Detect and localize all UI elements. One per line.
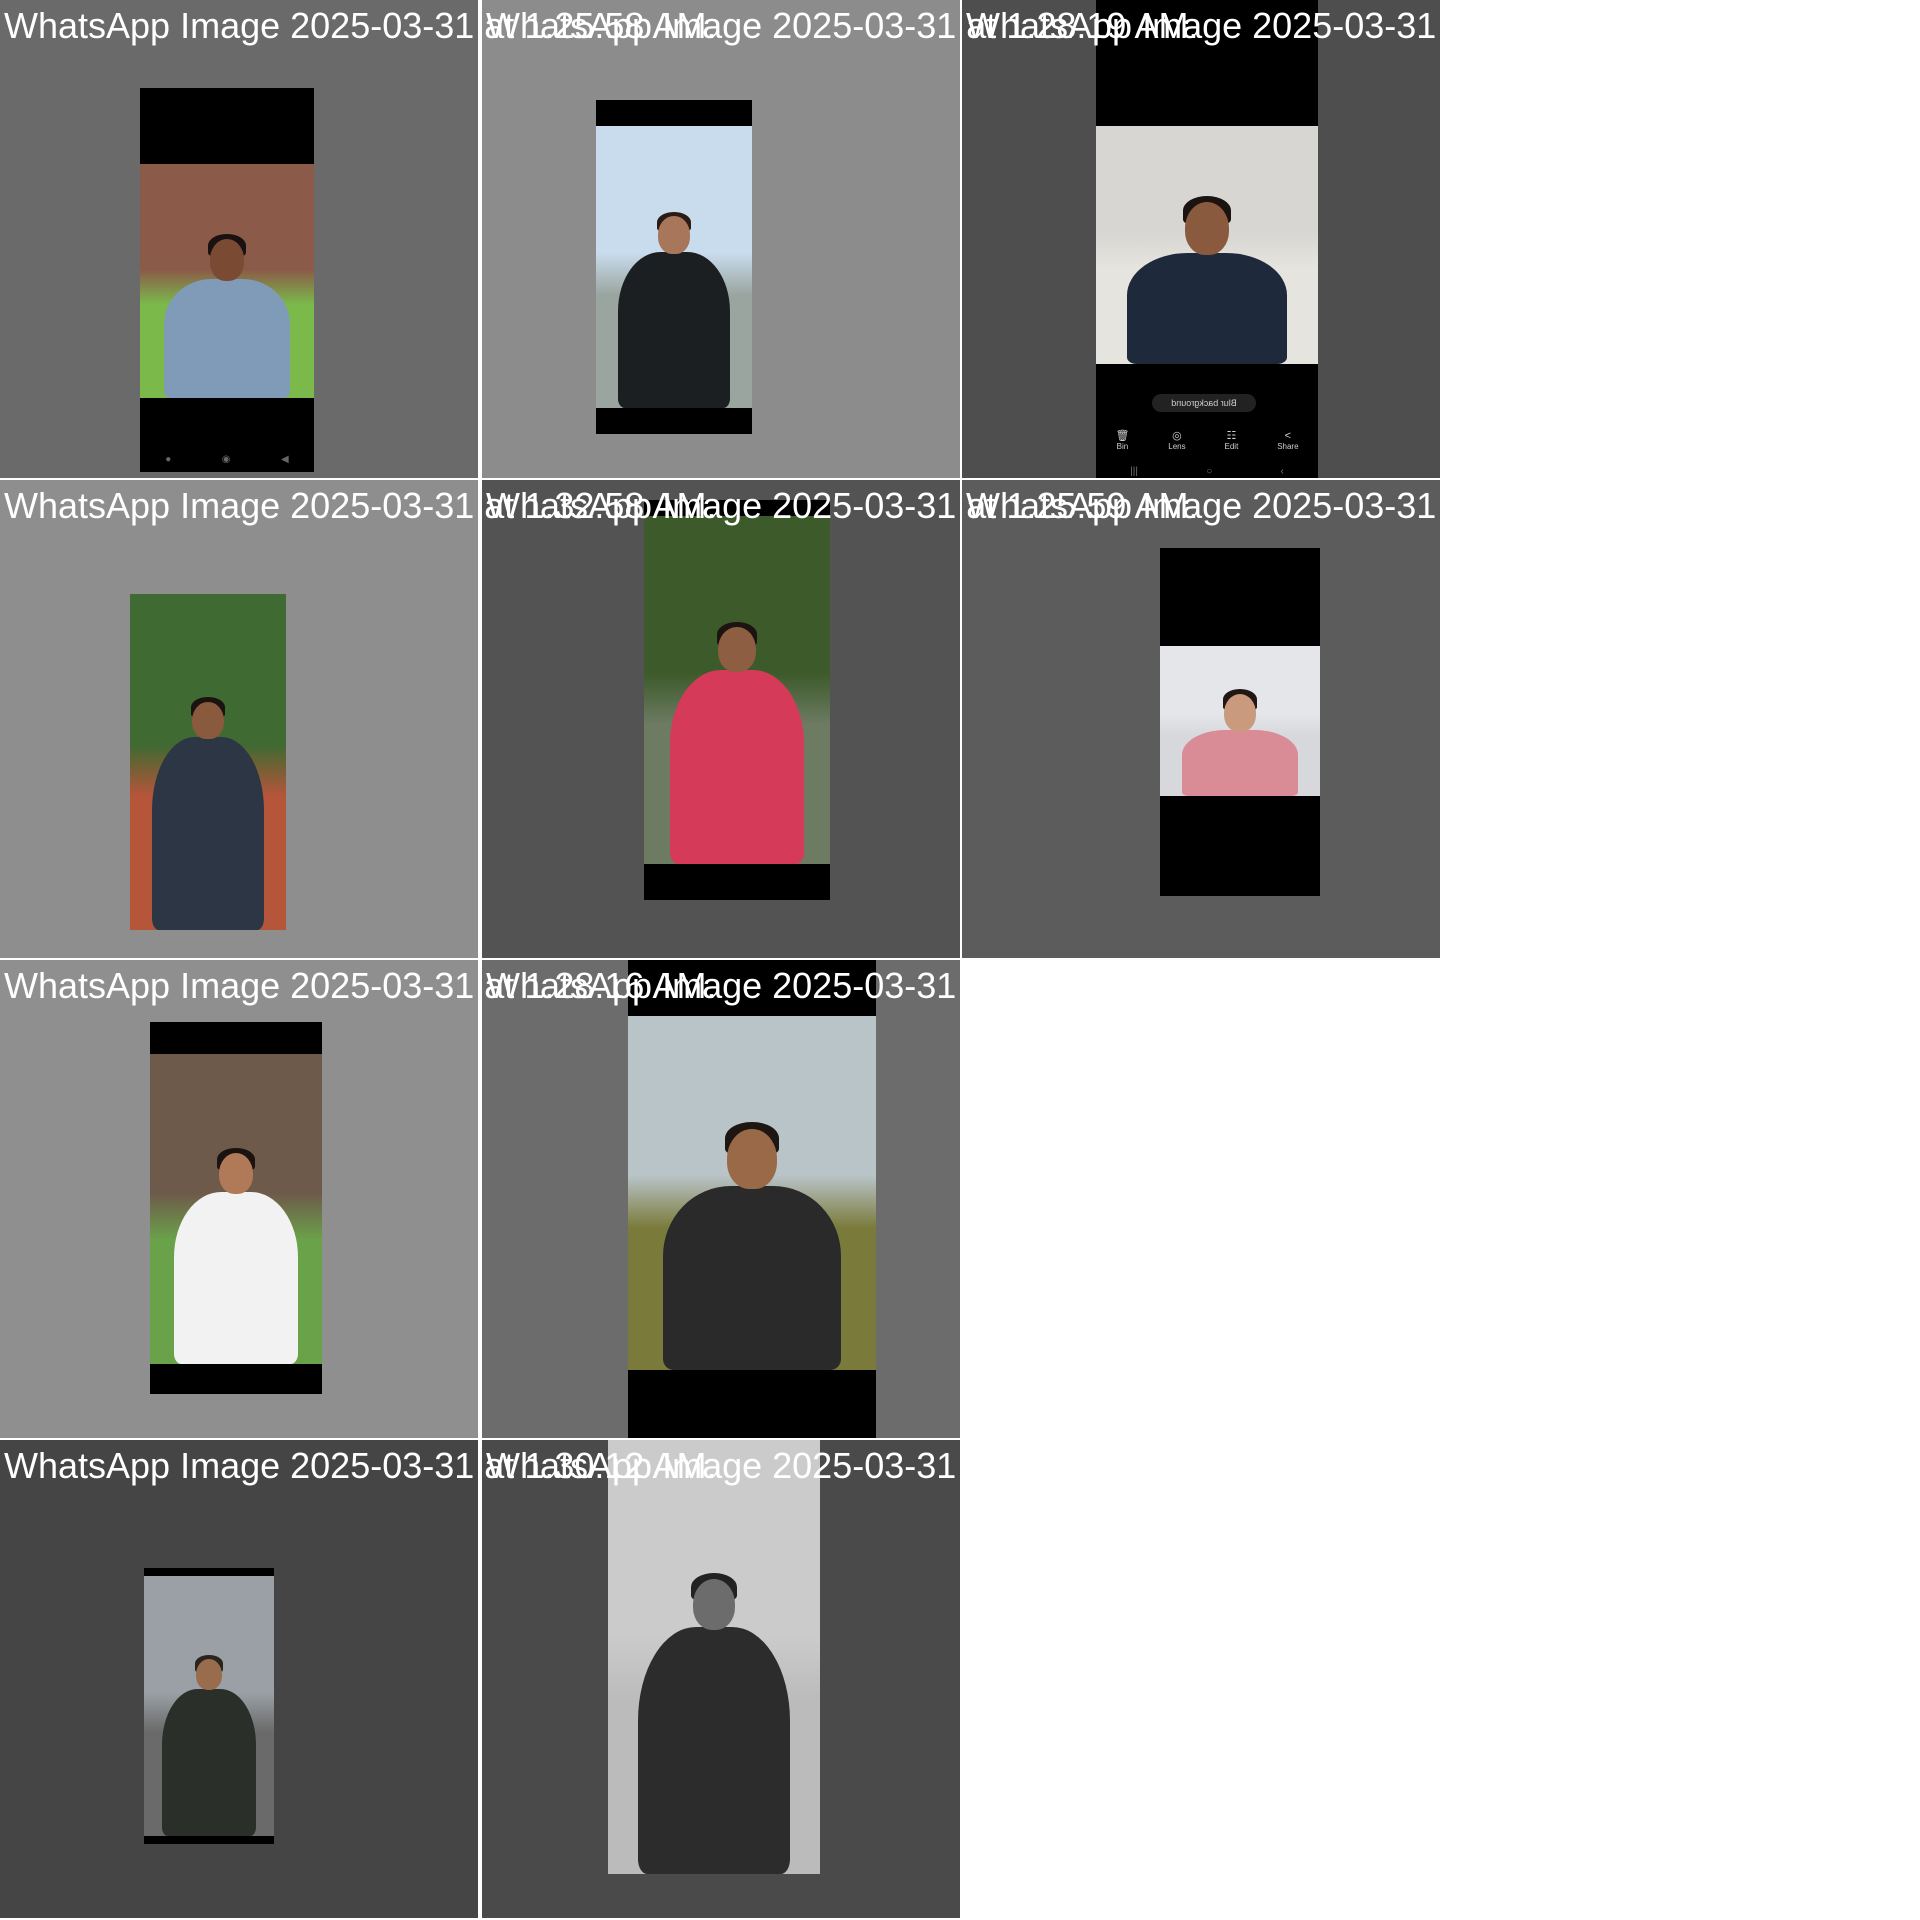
person-figure [140, 164, 314, 398]
face-shape [727, 1129, 777, 1189]
action-bin-button[interactable]: 🗑 Bin [1115, 429, 1129, 451]
portrait-photo [144, 1576, 274, 1836]
gallery-tile[interactable]: WhatsApp Image 2025-03-31 at 1.36.50 AM. [482, 1440, 1198, 1918]
face-shape [1184, 202, 1230, 256]
torso-shape [162, 1688, 256, 1836]
portrait-photo [596, 126, 752, 408]
phone-nav-bar: ● ◉ ◀ [140, 452, 314, 466]
gallery-tile[interactable]: WhatsApp Image 2025-03-31 at 1.28.16 AM. [0, 960, 716, 1438]
image-thumbnail[interactable]: ● ◉ ◀ [140, 88, 314, 472]
gallery-tile[interactable]: WhatsApp Image 2025-03-31 at 1.32.59 AM. [962, 480, 1678, 958]
portrait-photo [608, 1440, 820, 1874]
person-figure [150, 1054, 322, 1364]
torso-shape [662, 1185, 842, 1370]
face-shape [718, 627, 756, 672]
phone-nav-bar: ||| ○ ‹ [1096, 464, 1318, 478]
lens-icon: ◎ [1172, 430, 1182, 442]
action-label: Lens [1168, 442, 1186, 451]
torso-shape [1127, 252, 1287, 364]
person-figure [608, 1440, 820, 1874]
gallery-tile[interactable]: WhatsApp Image 2025-03-31 at 1.34.44 AM. [482, 960, 1198, 1438]
portrait-photo [1160, 646, 1320, 796]
torso-shape [151, 737, 265, 930]
portrait-photo [150, 1054, 322, 1364]
person-figure [144, 1576, 274, 1836]
blur-background-chip[interactable]: Blur background [1152, 394, 1256, 412]
nav-glyph-icon: ◀ [281, 453, 289, 465]
share-icon: < [1284, 429, 1292, 442]
face-shape [1224, 694, 1256, 733]
torso-shape [174, 1192, 298, 1364]
torso-shape [164, 278, 290, 398]
person-figure [1160, 646, 1320, 796]
action-lens-button[interactable]: ◎ Lens [1168, 429, 1185, 451]
image-thumbnail[interactable] [1160, 548, 1320, 896]
torso-shape [637, 1627, 791, 1874]
portrait-photo [130, 594, 286, 930]
torso-shape [1182, 730, 1298, 796]
portrait-photo [140, 164, 314, 398]
person-figure [628, 1016, 876, 1370]
nav-glyph-icon: ● [165, 453, 172, 465]
image-thumbnail[interactable]: Blur background 🗑 Bin ◎ Lens ☷ Edit < Share ||| ○ ‹ [1096, 0, 1318, 478]
gallery-tile[interactable]: WhatsApp Image 2025-03-31 at 1.30.12 AM. [0, 1440, 716, 1918]
image-thumbnail[interactable] [644, 500, 830, 900]
nav-glyph-icon: ◉ [221, 453, 231, 465]
sliders-icon: ☷ [1226, 430, 1237, 442]
portrait-photo [1096, 126, 1318, 364]
face-shape [196, 1659, 222, 1691]
image-thumbnail[interactable] [596, 100, 752, 434]
nav-glyph-icon: ‹ [1280, 465, 1284, 477]
gallery-tile[interactable]: Blur background 🗑 Bin ◎ Lens ☷ Edit < Share ||| ○ ‹… [962, 0, 1678, 478]
gallery-tile[interactable]: ● ◉ ◀ WhatsApp Image 2025-03-31 at 1.25.58 … [0, 0, 716, 478]
action-label: Share [1277, 441, 1299, 451]
torso-shape [617, 251, 731, 408]
image-thumbnail[interactable] [150, 1022, 322, 1394]
trash-icon: 🗑 [1115, 430, 1130, 442]
image-thumbnail[interactable] [130, 594, 286, 930]
portrait-photo [644, 516, 830, 864]
person-figure [130, 594, 286, 930]
face-shape [692, 1578, 736, 1630]
face-shape [218, 1153, 254, 1195]
action-label: Bin [1116, 442, 1129, 451]
gallery-tile[interactable]: WhatsApp Image 2025-03-31 at 1.28.19 AM. [482, 0, 1198, 478]
image-gallery-grid: ● ◉ ◀ WhatsApp Image 2025-03-31 at 1.25.58 … [0, 0, 1920, 1920]
photo-actions-bar: 🗑 Bin ◎ Lens ☷ Edit < Share [1096, 424, 1318, 456]
face-shape [192, 701, 224, 739]
nav-glyph-icon: ○ [1206, 465, 1213, 477]
face-shape [658, 216, 690, 254]
action-share-button[interactable]: < Share [1277, 430, 1298, 451]
face-shape [209, 238, 245, 281]
image-thumbnail[interactable] [144, 1568, 274, 1844]
image-thumbnail[interactable] [628, 960, 876, 1438]
gallery-tile[interactable]: WhatsApp Image 2025-03-31 at 1.32.58 AM. [0, 480, 716, 958]
torso-shape [670, 669, 804, 864]
action-edit-button[interactable]: ☷ Edit [1225, 429, 1239, 451]
nav-glyph-icon: ||| [1130, 465, 1138, 477]
gallery-tile[interactable]: WhatsApp Image 2025-03-31 at 1.25.59 AM. [482, 480, 1198, 958]
action-label: Edit [1224, 442, 1239, 451]
person-figure [596, 126, 752, 408]
person-figure [1096, 126, 1318, 364]
image-thumbnail[interactable] [608, 1440, 820, 1874]
portrait-photo [628, 1016, 876, 1370]
person-figure [644, 516, 830, 864]
